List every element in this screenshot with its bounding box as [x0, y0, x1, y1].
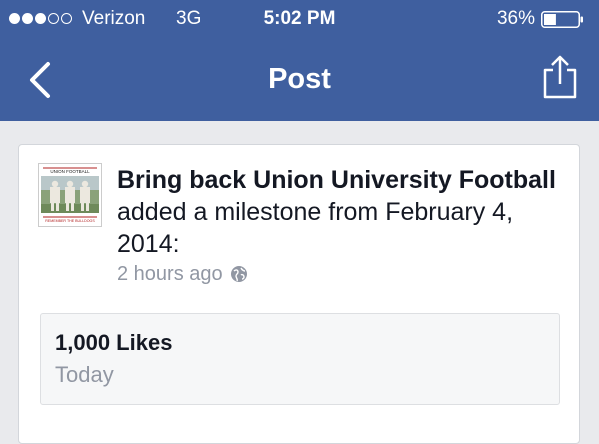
navigation-bar: Post	[0, 38, 599, 121]
battery-icon	[541, 11, 583, 28]
app-header: Verizon 3G 5:02 PM 36% Post	[0, 0, 599, 121]
milestone-date: Today	[55, 362, 114, 387]
share-icon[interactable]	[540, 54, 580, 100]
battery-percentage: 36%	[496, 8, 535, 29]
page-name-link[interactable]: Bring back Union University Football	[117, 166, 556, 194]
post-action-text: added a milestone from February 4, 2014:	[117, 198, 514, 258]
post-card: UNION FOOTBALL REMEMBER THE BULLDOGS Bri…	[18, 144, 580, 444]
post-headline: Bring back Union University Football add…	[117, 164, 567, 260]
globe-icon	[230, 266, 247, 282]
thumbnail-banner: UNION FOOTBALL	[50, 169, 90, 174]
post-meta: 2 hours ago	[117, 261, 248, 287]
page-thumbnail[interactable]: UNION FOOTBALL REMEMBER THE BULLDOGS	[38, 163, 102, 227]
post-timestamp[interactable]: 2 hours ago	[117, 261, 223, 287]
thumbnail-image: UNION FOOTBALL REMEMBER THE BULLDOGS	[39, 164, 101, 226]
status-bar: Verizon 3G 5:02 PM 36%	[0, 0, 599, 38]
page-title: Post	[268, 63, 331, 95]
milestone-title: 1,000 Likes	[55, 330, 173, 355]
milestone-box[interactable]: 1,000 Likes Today	[40, 313, 560, 405]
thumbnail-caption: REMEMBER THE BULLDOGS	[45, 219, 95, 223]
